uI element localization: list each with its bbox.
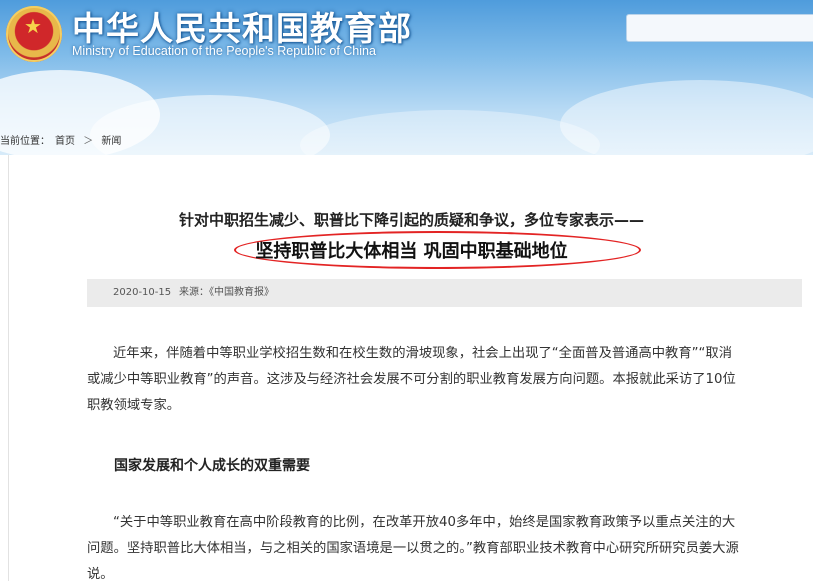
article-paragraph: “关于中等职业教育在高中阶段教育的比例，在改革开放40多年中，始终是国家教育政策… xyxy=(87,510,807,588)
cloud-decoration xyxy=(300,110,600,155)
paragraph-line: “关于中等职业教育在高中阶段教育的比例，在改革开放40多年中，始终是国家教育政策… xyxy=(113,515,736,530)
site-subtitle-en: Ministry of Education of the People's Re… xyxy=(72,44,376,58)
breadcrumb-separator: ＞ xyxy=(83,136,94,147)
site-title[interactable]: 中华人民共和国教育部 xyxy=(72,2,412,50)
paragraph-line: 或减少中等职业教育”的声音。这涉及与经济社会发展不可分割的职业教育发展方向问题。… xyxy=(87,372,736,387)
breadcrumb-news-link[interactable]: 新闻 xyxy=(101,136,121,147)
search-input[interactable] xyxy=(626,14,813,42)
section-title: 国家发展和个人成长的双重需要 xyxy=(114,458,310,474)
paragraph-line: 说。 xyxy=(87,567,114,582)
breadcrumb-home-link[interactable]: 首页 xyxy=(55,136,75,147)
article-paragraph: 近年来，伴随着中等职业学校招生数和在校生数的滑坡现象，社会上出现了“全面普及普通… xyxy=(87,341,807,419)
breadcrumb: 当前位置： 首页 ＞ 新闻 xyxy=(0,132,126,147)
paragraph-line: 近年来，伴随着中等职业学校招生数和在校生数的滑坡现象，社会上出现了“全面普及普通… xyxy=(113,346,733,361)
paragraph-line: 职教领域专家。 xyxy=(87,398,181,413)
article-date: 2020-10-15 xyxy=(113,287,172,298)
cloud-decoration xyxy=(560,80,813,155)
article-sub-headline: 针对中职招生减少、职普比下降引起的质疑和争议，多位专家表示—— xyxy=(178,211,644,229)
article-source: 来源：《中国教育报》 xyxy=(179,287,274,298)
site-header: ★ 中华人民共和国教育部 Ministry of Education of th… xyxy=(0,0,813,155)
article-headline: 坚持职普比大体相当 巩固中职基础地位 xyxy=(255,241,568,262)
article-meta-bar: 2020-10-15 来源：《中国教育报》 xyxy=(87,279,802,307)
article-panel: 针对中职招生减少、职普比下降引起的质疑和争议，多位专家表示—— 坚持职普比大体相… xyxy=(8,155,813,582)
paragraph-line: 问题。坚持职普比大体相当，与之相关的国家语境是一以贯之的。”教育部职业技术教育中… xyxy=(87,541,739,556)
breadcrumb-prefix: 当前位置： xyxy=(0,136,50,147)
national-emblem-icon[interactable]: ★ xyxy=(6,6,62,62)
